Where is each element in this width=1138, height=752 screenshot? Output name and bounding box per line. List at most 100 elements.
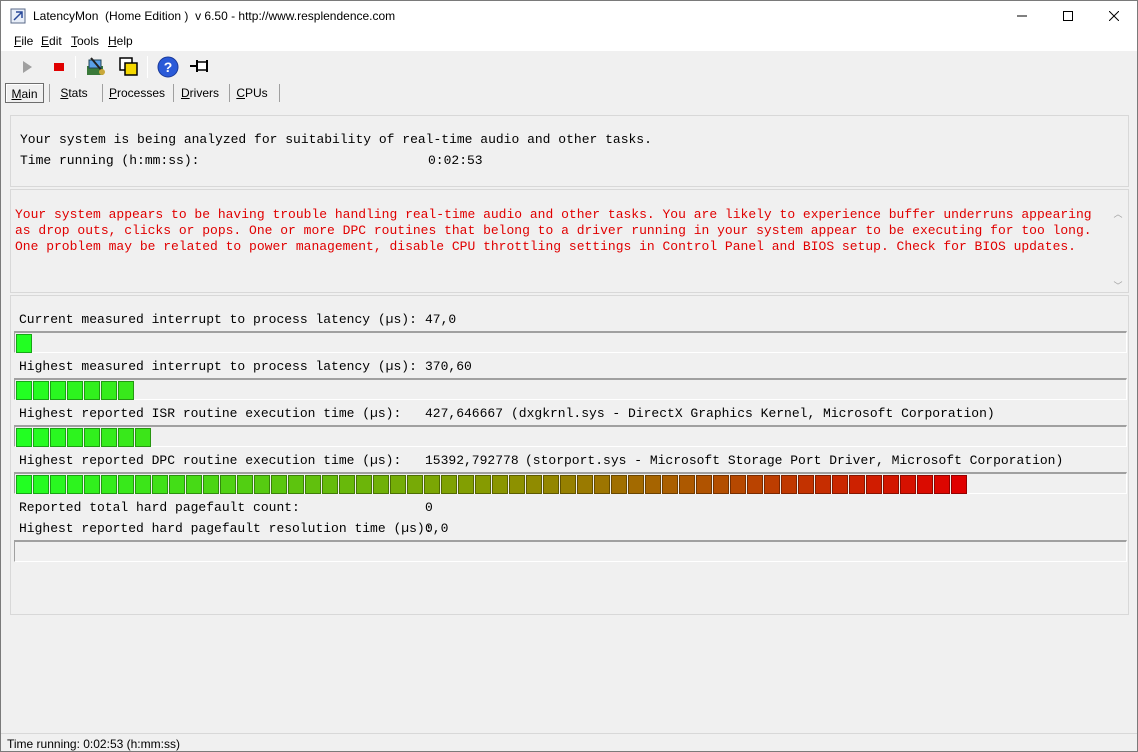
bar-segment [135,428,151,447]
bar-segment [781,475,797,494]
bar-segment [203,475,219,494]
bar-segment [50,381,66,400]
toolbar: ? [1,52,1137,82]
status-bar: Time running: 0:02:53 (h:mm:ss) [1,733,1137,752]
metrics-panel: Current measured interrupt to process la… [10,295,1129,615]
bar-segment [373,475,389,494]
dpc-label: Highest reported DPC routine execution t… [19,453,402,468]
bar-segment [849,475,865,494]
bar-segment [730,475,746,494]
scroll-down-icon[interactable]: ﹀ [1113,281,1123,291]
bar-segment [526,475,542,494]
stop-button[interactable] [47,55,71,79]
bar-segment [67,381,83,400]
maximize-icon [1063,11,1073,21]
bar-segment [407,475,423,494]
tab-main[interactable]: Main [5,83,44,103]
bar-segment [951,475,967,494]
app-icon [10,8,26,24]
bar-segment [33,475,49,494]
bar-segment [118,428,134,447]
bar-segment [135,475,151,494]
bar-segment [50,428,66,447]
maximize-button[interactable] [1045,1,1091,31]
windows-button[interactable] [117,55,141,79]
bar-segment [441,475,457,494]
bar-segment [662,475,678,494]
bar-segment [611,475,627,494]
bar-segment [815,475,831,494]
warning-scrollbar[interactable]: ︿ ﹀ [1110,207,1127,293]
svg-text:?: ? [164,59,173,75]
bar-segment [356,475,372,494]
bar-segment [934,475,950,494]
bar-segment [475,475,491,494]
bar-segment [458,475,474,494]
menu-file[interactable]: File [14,34,33,48]
tab-stats[interactable]: Stats [53,83,95,103]
menu-tools[interactable]: Tools [71,34,99,48]
summary-line: Your system is being analyzed for suitab… [20,132,652,147]
bar-segment [186,475,202,494]
close-button[interactable] [1091,1,1137,31]
tab-drivers[interactable]: Drivers [175,83,225,103]
current-latency-value: 47,0 [425,312,457,327]
dpc-driver: (storport.sys - Microsoft Storage Port D… [525,453,1064,468]
bar-segment [713,475,729,494]
warning-text: Your system appears to be having trouble… [15,207,1092,254]
bar-segment [509,475,525,494]
minimize-button[interactable] [999,1,1045,31]
windows-icon [119,57,138,76]
bar-segment [101,381,117,400]
pagefault-count-value: 0 [425,500,433,515]
pagefault-time-label: Highest reported hard pagefault resoluti… [19,521,433,536]
bar-segment [50,475,66,494]
help-icon: ? [157,56,179,78]
bar-segment [628,475,644,494]
bar-segment [33,428,49,447]
bar-segment [764,475,780,494]
bar-segment [84,475,100,494]
bar-segment [84,428,100,447]
pin-button[interactable] [188,55,212,79]
summary-panel: Your system is being analyzed for suitab… [10,115,1129,187]
pagefault-count-label: Reported total hard pagefault count: [19,500,300,515]
warning-panel: Your system appears to be having trouble… [10,189,1129,293]
pagefault-time-value: 0,0 [425,521,449,536]
play-icon [23,61,32,73]
pin-icon [190,60,208,72]
menu-edit[interactable]: Edit [41,34,62,48]
current-latency-bar [14,331,1127,353]
tab-cpus[interactable]: CPUs [232,83,272,103]
tab-processes[interactable]: Processes [105,83,169,103]
status-text: Time running: 0:02:53 (h:mm:ss) [7,737,180,751]
bar-segment [271,475,287,494]
bar-segment [747,475,763,494]
isr-bar [14,425,1127,447]
time-running-label: Time running (h:mm:ss): [20,153,200,168]
menu-help[interactable]: Help [108,34,133,48]
tab-strip: Main Stats Processes Drivers CPUs [1,82,1137,104]
title-bar[interactable]: LatencyMon (Home Edition ) v 6.50 - http… [1,1,1137,31]
wizard-button[interactable] [84,55,108,79]
dpc-bar [14,472,1127,494]
start-button[interactable] [15,55,39,79]
bar-segment [390,475,406,494]
current-latency-label: Current measured interrupt to process la… [19,312,417,327]
help-button[interactable]: ? [156,55,180,79]
bar-segment [696,475,712,494]
bar-segment [118,475,134,494]
bar-segment [339,475,355,494]
scroll-up-icon[interactable]: ︿ [1113,209,1123,219]
bar-segment [152,475,168,494]
bar-segment [84,381,100,400]
bar-segment [169,475,185,494]
highest-latency-bar [14,378,1127,400]
bar-segment [492,475,508,494]
bar-segment [118,381,134,400]
bar-segment [424,475,440,494]
wizard-icon [87,57,105,75]
bar-segment [900,475,916,494]
highest-latency-label: Highest measured interrupt to process la… [19,359,417,374]
bar-segment [101,475,117,494]
